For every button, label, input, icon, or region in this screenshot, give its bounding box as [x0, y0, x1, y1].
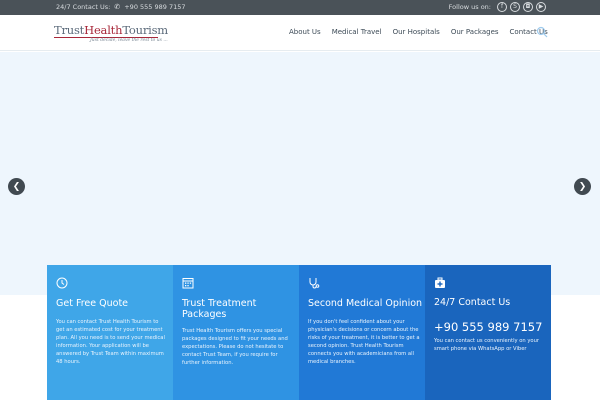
- skype-icon[interactable]: S: [510, 2, 520, 12]
- feature-card-free-quote[interactable]: Get Free Quote You can contact Trust Hea…: [47, 265, 173, 400]
- facebook-icon[interactable]: f: [497, 2, 507, 12]
- chevron-right-icon: ❯: [578, 181, 587, 192]
- nav-about-us[interactable]: About Us: [289, 28, 321, 36]
- feature-text: You can contact Trust Health Tourism to …: [56, 319, 165, 365]
- clock-icon: [56, 277, 68, 289]
- feature-text: You can contact us conveniently on your …: [434, 338, 540, 352]
- contact-label: 24/7 Contact Us:: [56, 3, 111, 11]
- follow-label: Follow us on:: [448, 3, 491, 11]
- top-contact: 24/7 Contact Us: ✆ +90 555 989 7157: [56, 3, 186, 11]
- feature-card-treatment-packages[interactable]: Trust Treatment Packages Trust Health To…: [173, 265, 299, 400]
- logo-tagline: Just decide, leave the rest to us ...: [90, 38, 168, 43]
- feature-card-second-opinion[interactable]: Second Medical Opinion If you don't feel…: [299, 265, 425, 400]
- feature-card-contact[interactable]: 24/7 Contact Us +90 555 989 7157 You can…: [425, 265, 551, 400]
- site-logo[interactable]: TrustHealthTourism Just decide, leave th…: [54, 23, 169, 45]
- hero-slider: ❮ ❯: [0, 52, 600, 295]
- feature-title: Get Free Quote: [56, 298, 129, 309]
- phone-icon: ✆: [114, 3, 121, 11]
- nav-medical-travel[interactable]: Medical Travel: [332, 28, 382, 36]
- nav-our-hospitals[interactable]: Our Hospitals: [393, 28, 440, 36]
- contact-phone-number[interactable]: +90 555 989 7157: [434, 320, 542, 334]
- medical-kit-icon: [435, 277, 445, 288]
- stethoscope-icon: [309, 278, 320, 289]
- instagram-icon[interactable]: ◘: [523, 2, 533, 12]
- feature-text: If you don't feel confident about your p…: [308, 319, 420, 365]
- nav-our-packages[interactable]: Our Packages: [451, 28, 499, 36]
- top-phone-number[interactable]: +90 555 989 7157: [124, 3, 185, 11]
- main-nav: About Us Medical Travel Our Hospitals Ou…: [289, 28, 559, 36]
- feature-text: Trust Health Tourism offers you special …: [182, 328, 288, 366]
- slider-prev-button[interactable]: ❮: [8, 178, 25, 195]
- feature-title: 24/7 Contact Us: [434, 297, 511, 308]
- feature-title: Trust Treatment Packages: [182, 298, 257, 320]
- social-links: Follow us on: f S ◘ ▶: [449, 2, 546, 12]
- top-bar: 24/7 Contact Us: ✆ +90 555 989 7157 Foll…: [0, 0, 600, 15]
- chevron-left-icon: ❮: [12, 181, 21, 192]
- site-header: TrustHealthTourism Just decide, leave th…: [0, 15, 600, 51]
- feature-cards: Get Free Quote You can contact Trust Hea…: [47, 265, 551, 400]
- search-icon[interactable]: [536, 26, 548, 38]
- feature-title: Second Medical Opinion: [308, 298, 423, 309]
- youtube-icon[interactable]: ▶: [536, 2, 546, 12]
- calendar-icon: [182, 278, 194, 289]
- slider-next-button[interactable]: ❯: [574, 178, 591, 195]
- logo-wordmark: TrustHealthTourism: [54, 23, 169, 37]
